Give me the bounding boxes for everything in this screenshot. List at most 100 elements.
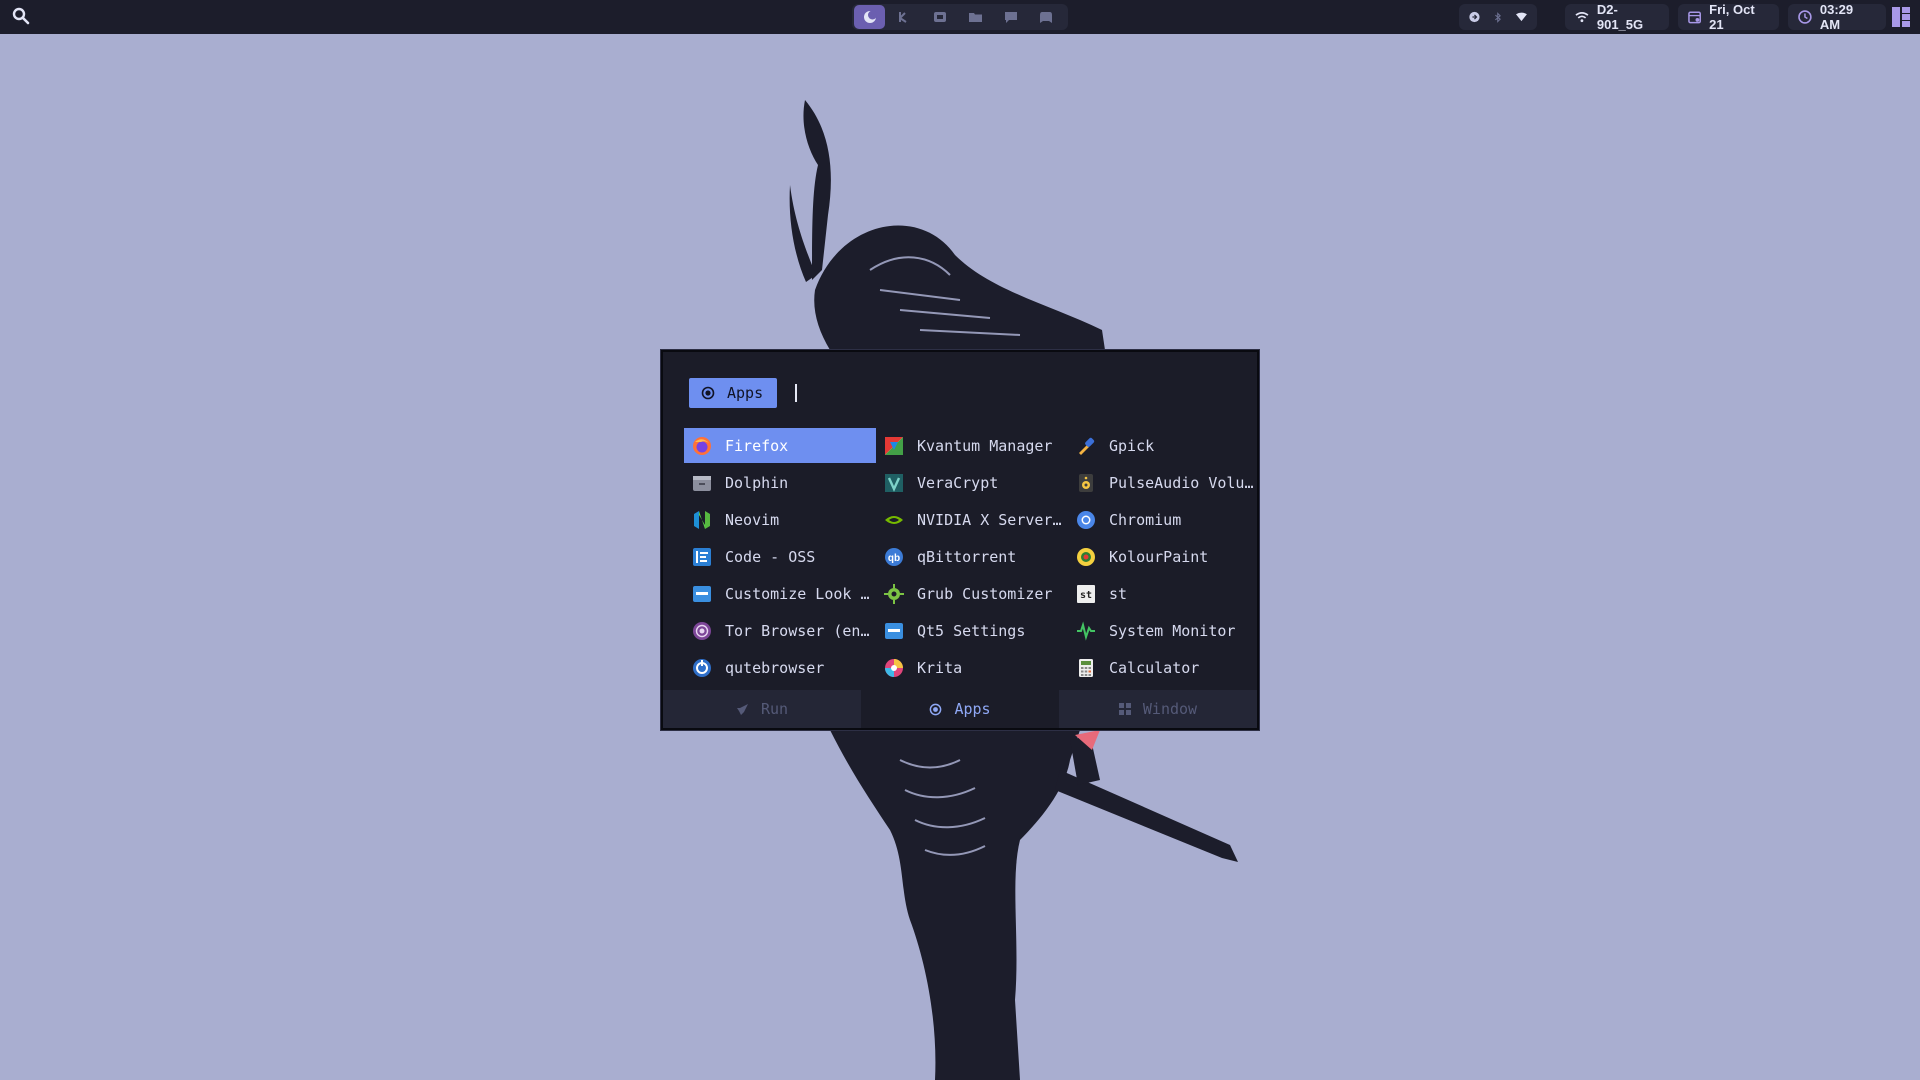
veracrypt-icon [883, 472, 905, 494]
clock-icon [1798, 10, 1812, 24]
folder-icon [969, 13, 983, 22]
gpick-icon [1075, 435, 1097, 457]
mode-chip: Apps [689, 378, 778, 408]
app-entry-label: Qt5 Settings [917, 621, 1026, 640]
chat-icon [1004, 11, 1017, 23]
customize-look-icon [691, 583, 713, 605]
app-entry-label: Gpick [1109, 436, 1155, 455]
workspace-2[interactable] [889, 5, 920, 29]
neovim-icon [691, 509, 713, 531]
wifi-icon [1575, 12, 1589, 23]
workspace-switcher [852, 4, 1068, 30]
app-entry[interactable]: Tor Browser (en… [684, 613, 876, 648]
krita-icon [883, 657, 905, 679]
mode-switcher: Run Apps Window [663, 690, 1257, 728]
firefox-icon [691, 435, 713, 457]
code-oss-icon [691, 546, 713, 568]
app-entry-label: Calculator [1109, 658, 1200, 677]
app-entry[interactable]: st st [1068, 576, 1260, 611]
tor-icon [691, 620, 713, 642]
app-entry[interactable]: Chromium [1068, 502, 1260, 537]
layout-icon[interactable] [1892, 7, 1910, 32]
workspace-5[interactable] [995, 5, 1026, 29]
app-entry[interactable]: Dolphin [684, 465, 876, 500]
app-entry[interactable]: Krita [876, 650, 1068, 685]
pulseaudio-icon [1075, 472, 1097, 494]
workspace-3[interactable] [925, 5, 956, 29]
time-label: 03:29 AM [1819, 2, 1854, 32]
app-entry[interactable]: Gpick [1068, 428, 1260, 463]
app-grid: Firefox Kvantum Manager Gpick Dolphin VeraCr… [684, 428, 1260, 687]
app-entry-label: qBittorrent [917, 547, 1017, 566]
app-launcher: Apps Firefox Kvantum Manager Gpick Dolphin V… [661, 350, 1259, 730]
date-indicator[interactable]: Fri, Oct 21 [1678, 2, 1779, 32]
top-bar: D2-901_5G Fri, Oct 21 03:29 AM [0, 0, 1920, 34]
app-entry[interactable]: Calculator [1068, 650, 1260, 685]
app-entry[interactable]: KolourPaint [1068, 539, 1260, 574]
game-icon [1040, 11, 1053, 23]
app-entry[interactable]: Neovim [684, 502, 876, 537]
app-entry-label: Customize Look … [725, 584, 870, 603]
st-terminal-icon: st [1075, 583, 1097, 605]
app-entry-label: Dolphin [725, 473, 789, 492]
date-label: Fri, Oct 21 [1709, 2, 1755, 32]
network-indicator[interactable]: D2-901_5G [1565, 2, 1669, 32]
svg-text:qb: qb [888, 553, 900, 564]
app-entry-label: st [1109, 584, 1128, 603]
workspace-4[interactable] [960, 5, 991, 29]
wifi-icon[interactable] [1516, 11, 1527, 23]
mode-label: Window [1142, 700, 1198, 718]
code-icon [934, 12, 947, 22]
app-entry[interactable]: NVIDIA X Server… [876, 502, 1068, 537]
app-entry[interactable]: qb qBittorrent [876, 539, 1068, 574]
app-entry-label: Firefox [725, 436, 789, 455]
arch-moon-icon [863, 10, 877, 23]
mode-label: Apps [954, 700, 991, 718]
clock-indicator[interactable]: 03:29 AM [1788, 2, 1886, 32]
app-entry[interactable]: PulseAudio Volu… [1068, 465, 1260, 500]
dolphin-icon [691, 472, 713, 494]
app-entry[interactable]: qutebrowser [684, 650, 876, 685]
mode-window-button[interactable]: Window [1059, 690, 1257, 728]
arrow-circle-icon[interactable] [1469, 9, 1480, 25]
workspace-6[interactable] [1031, 5, 1062, 29]
search-icon[interactable] [12, 7, 32, 27]
rocket-icon [736, 703, 749, 716]
apps-icon [929, 703, 942, 716]
app-entry[interactable]: System Monitor [1068, 613, 1260, 648]
kvantum-icon [883, 435, 905, 457]
qutebrowser-icon [691, 657, 713, 679]
app-entry-label: Grub Customizer [917, 584, 1053, 603]
workspace-1[interactable] [854, 5, 886, 29]
app-entry-label: Krita [917, 658, 963, 677]
app-entry-label: Kvantum Manager [917, 436, 1053, 455]
chromium-icon [1075, 509, 1097, 531]
grub-icon [883, 583, 905, 605]
window-icon [1118, 703, 1131, 715]
app-entry[interactable]: Kvantum Manager [876, 428, 1068, 463]
app-entry[interactable]: Firefox [684, 428, 876, 463]
app-entry[interactable]: VeraCrypt [876, 465, 1068, 500]
mode-run-button[interactable]: Run [663, 690, 861, 728]
mode-chip-label: Apps [727, 384, 764, 402]
app-entry[interactable]: Grub Customizer [876, 576, 1068, 611]
app-entry[interactable]: Customize Look … [684, 576, 876, 611]
calculator-icon [1075, 657, 1097, 679]
apps-icon [701, 386, 715, 400]
app-entry-label: System Monitor [1109, 621, 1236, 640]
nvidia-icon [883, 509, 905, 531]
app-entry[interactable]: Code - OSS [684, 539, 876, 574]
app-entry[interactable]: Qt5 Settings [876, 613, 1068, 648]
app-entry-label: KolourPaint [1109, 547, 1209, 566]
bluetooth-icon[interactable] [1494, 10, 1502, 25]
qbittorrent-icon: qb [883, 546, 905, 568]
qt5-icon [883, 620, 905, 642]
app-entry-label: Tor Browser (en… [725, 621, 870, 640]
app-entry-label: NVIDIA X Server… [917, 510, 1062, 529]
app-entry-label: PulseAudio Volu… [1109, 473, 1254, 492]
svg-text:st: st [1080, 590, 1092, 601]
app-entry-label: Chromium [1109, 510, 1182, 529]
text-cursor [795, 384, 798, 402]
mode-apps-button[interactable]: Apps [861, 690, 1059, 728]
terminal-icon [898, 12, 907, 23]
